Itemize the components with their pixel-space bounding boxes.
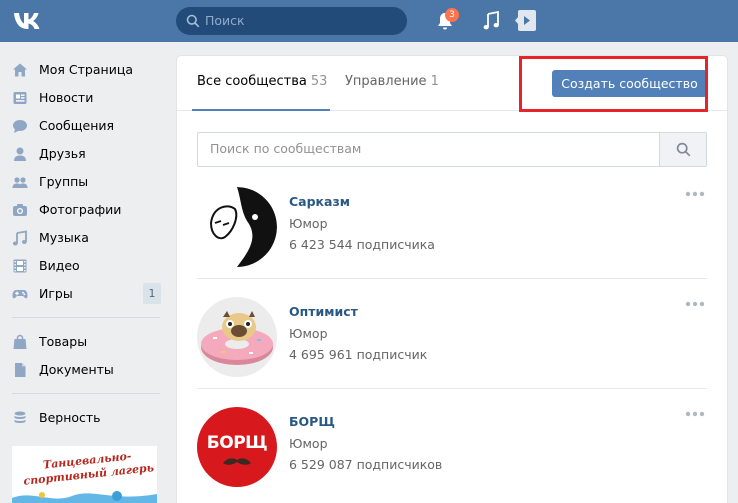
- header-search[interactable]: Поиск: [176, 7, 407, 35]
- camera-icon: [13, 204, 27, 216]
- borsch-logo-text: БОРЩ: [206, 433, 268, 453]
- sidebar-item-label: Музыка: [39, 230, 89, 245]
- tab-count: 1: [430, 74, 439, 89]
- sidebar-item-label: Сообщения: [39, 118, 115, 133]
- tab-all-communities[interactable]: Все сообщества 53: [197, 74, 327, 89]
- gamepad-icon: [12, 290, 28, 299]
- sidebar-item-goods[interactable]: Товары: [0, 328, 170, 356]
- search-icon: [186, 14, 200, 28]
- sidebar-divider: [12, 317, 160, 318]
- sidebar-item-label: Игры: [39, 286, 73, 301]
- vk-logo-icon[interactable]: [12, 9, 46, 33]
- tab-label: Управление: [345, 74, 427, 89]
- community-subscribers: 6 423 544 подписчика: [289, 237, 435, 252]
- film-icon: [13, 259, 27, 273]
- home-icon: [13, 63, 27, 77]
- sidebar-item-label: Товары: [39, 334, 88, 349]
- communities-panel: Все сообщества 53 Управление 1 Создать соо…: [177, 56, 727, 503]
- sidebar-item-label: Фотографии: [39, 202, 122, 217]
- community-category: Юмор: [289, 216, 328, 231]
- sidebar-item-friends[interactable]: Друзья: [0, 140, 170, 168]
- community-search-input[interactable]: Поиск по сообществам: [210, 141, 361, 156]
- sidebar-item-label: Видео: [39, 258, 80, 273]
- community-name[interactable]: Оптимист: [289, 304, 358, 319]
- highlight-frame: [519, 56, 708, 112]
- search-icon: [676, 142, 691, 157]
- sidebar-item-label: Верность: [39, 410, 101, 425]
- tab-count: 53: [310, 74, 328, 89]
- communities-tabs: Все сообщества 53 Управление 1 Создать соо…: [177, 56, 727, 112]
- document-icon: [15, 363, 26, 377]
- coins-icon: [14, 411, 26, 423]
- user-icon: [14, 147, 26, 161]
- ad-banner-image: [12, 491, 157, 503]
- community-subscribers: 6 529 087 подписчиков: [289, 457, 443, 472]
- sidebar-item-label: Друзья: [39, 146, 86, 161]
- community-avatar[interactable]: [197, 297, 277, 377]
- sidebar-item-games[interactable]: Игры 1: [0, 280, 170, 308]
- sidebar-item-loyalty[interactable]: Верность: [0, 404, 170, 432]
- music-note-icon: [12, 230, 27, 246]
- header-search-input[interactable]: Поиск: [205, 12, 245, 30]
- mustache-icon: [223, 458, 251, 465]
- sidebar-item-photos[interactable]: Фотографии: [0, 196, 170, 224]
- sidebar-item-label: Группы: [39, 174, 89, 189]
- video-play-icon[interactable]: [512, 10, 536, 31]
- community-name[interactable]: БОРЩ: [289, 414, 335, 429]
- music-icon[interactable]: [483, 11, 499, 31]
- sidebar-divider: [12, 393, 160, 394]
- active-tab-indicator: [192, 109, 330, 111]
- sidebar-item-music[interactable]: Музыка: [0, 224, 170, 252]
- community-search[interactable]: Поиск по сообществам: [197, 132, 707, 167]
- users-icon: [12, 177, 28, 188]
- community-category: Юмор: [289, 326, 328, 341]
- sidebar-item-groups[interactable]: Группы: [0, 168, 170, 196]
- more-options-icon[interactable]: [685, 191, 705, 197]
- sidebar-item-label: Новости: [39, 90, 94, 105]
- sidebar-item-my-page[interactable]: Моя Страница: [0, 56, 170, 84]
- sidebar-ad-banner[interactable]: Танцевально-спортивный лагерь: [12, 446, 157, 503]
- sidebar-item-documents[interactable]: Документы: [0, 356, 170, 384]
- ad-banner-text: Танцевально-спортивный лагерь: [22, 449, 155, 488]
- community-avatar[interactable]: [197, 187, 277, 267]
- news-icon: [13, 92, 27, 104]
- sidebar-item-news[interactable]: Новости: [0, 84, 170, 112]
- sidebar-item-label: Моя Страница: [39, 62, 133, 77]
- sidebar-item-video[interactable]: Видео: [0, 252, 170, 280]
- community-subscribers: 4 695 961 подписчик: [289, 347, 428, 362]
- tab-management[interactable]: Управление 1: [345, 74, 439, 89]
- tab-label: Все сообщества: [197, 74, 307, 89]
- more-options-icon[interactable]: [685, 301, 705, 307]
- community-search-button[interactable]: [659, 133, 706, 166]
- sidebar-item-label: Документы: [39, 362, 114, 377]
- more-options-icon[interactable]: [685, 411, 705, 417]
- community-row-optimist[interactable]: Оптимист Юмор 4 695 961 подписчик: [197, 290, 707, 400]
- row-divider: [197, 278, 707, 279]
- community-row-borsch[interactable]: БОРЩ БОРЩ Юмор 6 529 087 подписчиков: [197, 400, 707, 503]
- community-row-sarcasm[interactable]: Сарказм Юмор 6 423 544 подписчика: [197, 180, 707, 290]
- community-category: Юмор: [289, 436, 328, 451]
- community-name[interactable]: Сарказм: [289, 194, 350, 209]
- games-counter-badge: 1: [143, 283, 161, 304]
- top-bar: Поиск 3: [0, 0, 738, 42]
- chat-icon: [13, 120, 27, 133]
- notification-badge: 3: [445, 8, 459, 22]
- community-avatar[interactable]: БОРЩ: [197, 407, 277, 487]
- bag-icon: [13, 334, 27, 349]
- row-divider: [197, 388, 707, 389]
- sidebar-item-messages[interactable]: Сообщения: [0, 112, 170, 140]
